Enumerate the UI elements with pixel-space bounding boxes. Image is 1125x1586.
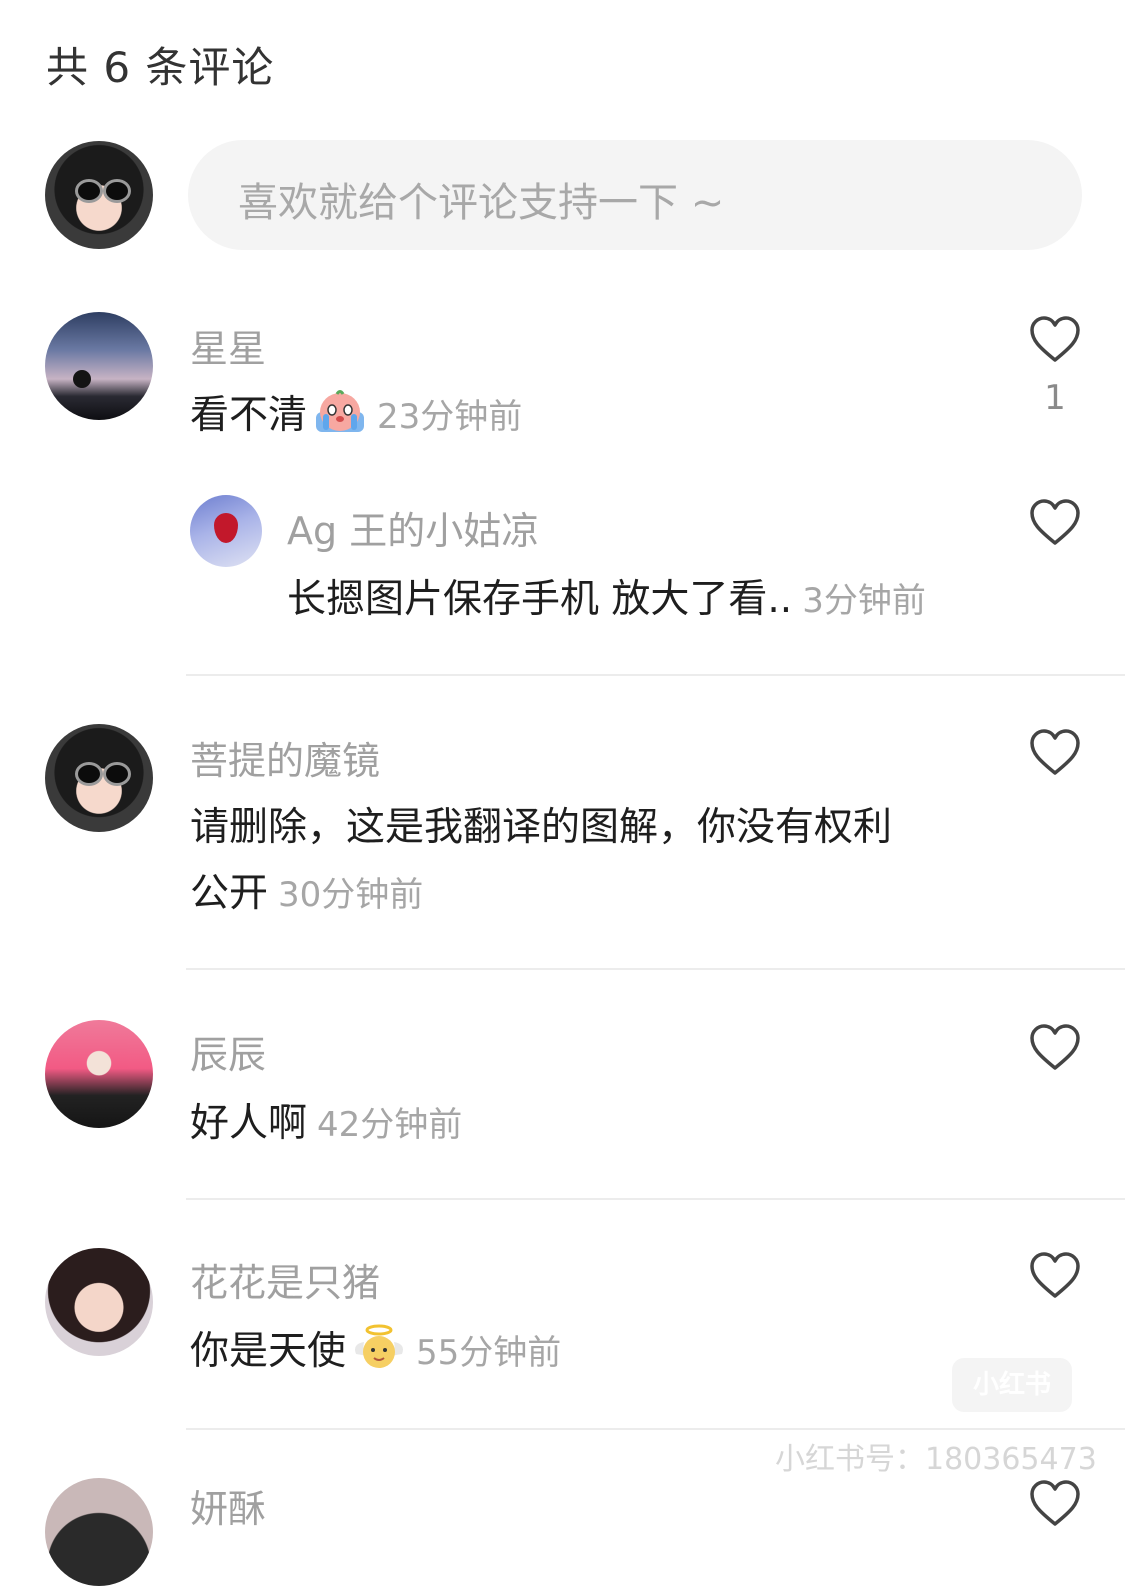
avatar[interactable] [45,312,153,420]
reply-text: 长摁图片保存手机 放大了看.. [287,577,793,622]
commenter-name[interactable]: 菩提的魔镜 [190,730,380,785]
reply-text-row: 长摁图片保存手机 放大了看.. 3分钟前 [287,566,926,635]
comment-text-line: 请删除，这是我翻译的图解，你没有权利 [190,794,892,862]
comment-text-row: 看不清 23分钟前 [190,382,522,451]
my-avatar[interactable] [45,141,153,249]
crying-face-emoji [316,390,365,432]
comment-text-line: 公开 30分钟前 [190,860,423,929]
replier-name[interactable]: Ag 王的小姑凉 [287,500,539,555]
comment-time: 23分钟前 [377,397,523,437]
avatar[interactable] [45,1248,153,1356]
commenter-name[interactable]: 妍酥 [190,1478,266,1533]
like-heart-icon[interactable] [1029,1480,1081,1528]
divider [186,968,1125,970]
comment-time: 55分钟前 [416,1333,562,1373]
comment-input-placeholder: 喜欢就给个评论支持一下 ~ [238,180,725,226]
commenter-name[interactable]: 花花是只猪 [190,1252,380,1307]
comment-text: 公开 [190,871,269,916]
like-heart-icon[interactable] [1029,1252,1081,1300]
comment-input[interactable]: 喜欢就给个评论支持一下 ~ [188,140,1082,250]
like-count: 1 [1044,378,1066,418]
comment-text: 请删除，这是我翻译的图解，你没有权利 [190,805,893,850]
like-heart-icon[interactable] [1029,499,1081,547]
comments-count-title: 共 6 条评论 [46,43,275,92]
commenter-name[interactable]: 星星 [190,318,266,373]
divider [186,1198,1125,1200]
watermark-logo: 小红书 [952,1358,1072,1412]
like-heart-icon[interactable] [1029,1024,1081,1072]
comment-text: 好人啊 [190,1101,308,1146]
comment-text-row: 好人啊 42分钟前 [190,1090,462,1159]
avatar[interactable] [190,495,262,567]
comment-time: 30分钟前 [278,875,424,915]
baby-angel-emoji [355,1324,404,1368]
comment-time: 42分钟前 [317,1105,463,1145]
avatar[interactable] [45,1020,153,1128]
reply-time: 3分钟前 [802,581,926,621]
like-heart-icon[interactable] [1029,316,1081,364]
avatar[interactable] [45,724,153,832]
like-heart-icon[interactable] [1029,729,1081,777]
comment-text: 看不清 [190,393,308,438]
comment-text-row: 你是天使 55分钟前 [190,1318,561,1387]
divider [186,1428,1125,1430]
commenter-name[interactable]: 辰辰 [190,1024,266,1079]
divider [186,674,1125,676]
watermark-text: 小红书号：180365473 [775,1442,1097,1477]
avatar[interactable] [45,1478,153,1586]
comment-text: 你是天使 [190,1329,347,1374]
